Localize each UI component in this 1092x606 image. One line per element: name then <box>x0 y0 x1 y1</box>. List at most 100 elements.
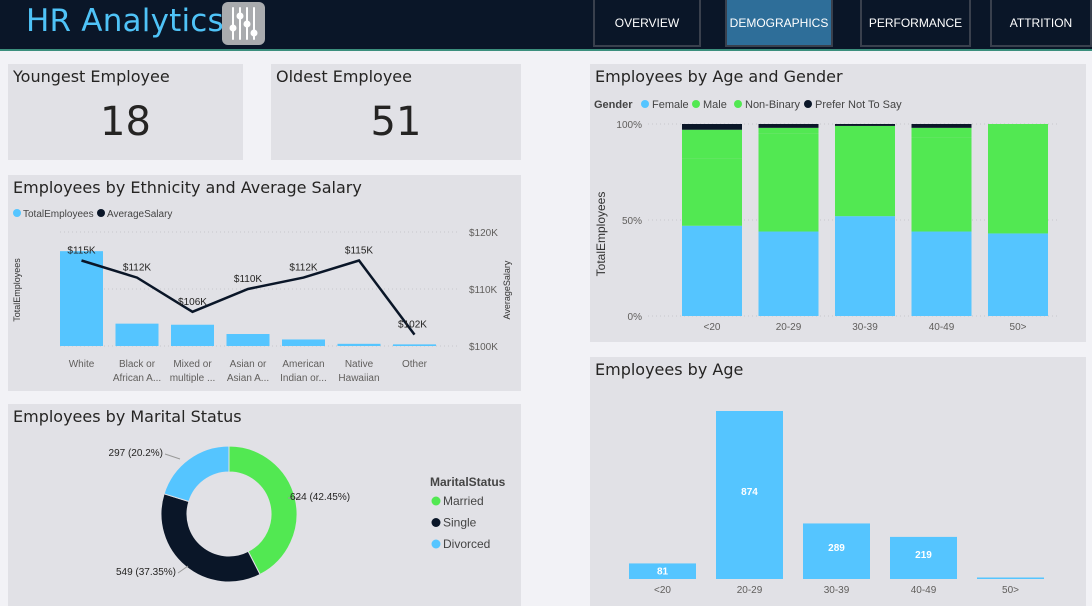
category-label: <20 <box>704 322 721 333</box>
bar-segment-non-binary[interactable] <box>758 127 819 134</box>
bar-employees-by-age[interactable] <box>977 577 1044 580</box>
y2-tick-label: $120K <box>469 228 498 239</box>
legend-label: Female <box>652 99 689 111</box>
data-label: $106K <box>178 297 207 308</box>
legend-marker <box>431 496 441 506</box>
legend-label: Divorced <box>443 537 490 551</box>
legend-label: Prefer Not To Say <box>815 99 902 111</box>
category-label: 20-29 <box>776 322 802 333</box>
category-label: 50> <box>1002 585 1019 596</box>
bar-segment-prefer-not-to-say[interactable] <box>758 124 819 128</box>
bar-segment-male[interactable] <box>682 158 742 226</box>
data-label: $102K <box>398 320 427 331</box>
marital-donut-chart: 624 (42.45%) 549 (37.35%) 297 (20.2%) Mari… <box>109 445 506 583</box>
marital-chart-card: Employees by Marital Status 624 (42.45%)… <box>8 404 521 606</box>
top-bar: HR Analytics OVERVIEW DEMOGRAPHICS PERFO… <box>0 0 1092 51</box>
bar-total-employees[interactable] <box>171 324 214 346</box>
data-label: $112K <box>289 263 318 274</box>
category-label: 40-49 <box>929 322 955 333</box>
legend-label: TotalEmployees <box>23 209 94 220</box>
bar-total-employees[interactable] <box>393 344 436 346</box>
tab-overview[interactable]: OVERVIEW <box>593 0 701 47</box>
bar-segment-prefer-not-to-say[interactable] <box>835 124 895 126</box>
age-gender-chart-card: Employees by Age and Gender Gender Femal… <box>590 64 1086 342</box>
chart-legend: TotalEmployees AverageSalary <box>13 209 172 220</box>
data-label: $110K <box>234 274 263 285</box>
legend-label: Non-Binary <box>745 99 801 111</box>
category-label: Other <box>402 359 428 370</box>
legend-title: MaritalStatus <box>430 475 506 489</box>
legend-label: Male <box>703 99 727 111</box>
category-label: 20-29 <box>737 585 763 596</box>
bar-segment-male[interactable] <box>835 125 895 217</box>
kpi-value: 51 <box>370 99 422 145</box>
bar-segment-male[interactable] <box>758 133 819 232</box>
bar-total-employees[interactable] <box>115 323 159 346</box>
kpi-card-youngest: Youngest Employee 18 <box>8 64 243 160</box>
age-chart: 81 874 289 219 <20 20-29 30-39 40-49 50> <box>629 411 1044 596</box>
category-label: 30-39 <box>824 585 850 596</box>
category-label: Black or African A... <box>113 359 161 384</box>
label-leader-line <box>164 453 181 460</box>
bar-segment-female[interactable] <box>758 231 819 316</box>
legend-label: Married <box>443 494 484 508</box>
age-gender-chart: Gender Female Male Non-Binary Prefer Not To… <box>594 99 1060 333</box>
data-label: $115K <box>67 246 96 257</box>
legend-marker <box>641 100 649 108</box>
kpi-card-oldest: Oldest Employee 51 <box>271 64 521 160</box>
bar-segment-prefer-not-to-say[interactable] <box>682 124 742 130</box>
bar-segment-female[interactable] <box>835 216 895 316</box>
app-title: HR Analytics <box>26 3 224 39</box>
bar-total-employees[interactable] <box>282 339 325 346</box>
donut-slice-divorced[interactable] <box>163 445 230 503</box>
sliders-icon <box>222 2 265 45</box>
legend-marker <box>734 100 742 108</box>
y-tick-label: 50% <box>622 216 642 227</box>
slice-label: 624 (42.45%) <box>290 492 350 503</box>
bar-segment-male[interactable] <box>911 137 972 232</box>
data-label: 874 <box>741 487 758 498</box>
kpi-title: Youngest Employee <box>13 67 170 86</box>
label-leader-line <box>177 565 189 574</box>
ethnicity-chart-card: Employees by Ethnicity and Average Salar… <box>8 175 521 391</box>
bar-total-employees[interactable] <box>337 343 381 346</box>
category-label: Asian or Asian A... <box>227 359 269 384</box>
legend-marker <box>13 209 21 217</box>
y-tick-label: 100% <box>616 120 642 131</box>
legend-marker <box>804 100 812 108</box>
bar-total-employees[interactable] <box>226 334 270 346</box>
category-label: 40-49 <box>911 585 937 596</box>
legend-label: Single <box>443 516 477 530</box>
y-tick-label: 0% <box>628 312 643 323</box>
bar-segment-non-binary[interactable] <box>682 129 742 159</box>
tab-demographics[interactable]: DEMOGRAPHICS <box>725 0 833 47</box>
legend-marker <box>692 100 700 108</box>
category-label: Native Hawaiian <box>338 359 379 384</box>
y-axis-label: TotalEmployees <box>12 258 22 322</box>
bar-segment-non-binary[interactable] <box>911 127 972 138</box>
age-chart-card: Employees by Age 81 874 289 219 <20 20-29 30-… <box>590 357 1086 606</box>
category-label: 50> <box>1010 322 1027 333</box>
legend-marker <box>431 539 441 549</box>
y2-tick-label: $100K <box>469 342 498 353</box>
y-axis-label: TotalEmployees <box>594 192 608 277</box>
kpi-value: 18 <box>100 99 151 145</box>
bar-segment-male[interactable] <box>988 124 1048 234</box>
data-label: 289 <box>828 543 845 554</box>
y2-axis-label: AverageSalary <box>502 260 512 319</box>
category-label: American Indian or... <box>280 359 327 384</box>
tab-attrition[interactable]: ATTRITION <box>990 0 1092 47</box>
kpi-title: Oldest Employee <box>276 67 412 86</box>
legend-marker <box>431 518 441 527</box>
slice-label: 549 (37.35%) <box>116 567 176 578</box>
legend-marker <box>97 209 105 217</box>
bar-segment-prefer-not-to-say[interactable] <box>911 124 972 128</box>
bar-segment-female[interactable] <box>988 233 1048 316</box>
bar-segment-female[interactable] <box>911 231 972 316</box>
data-label: $115K <box>345 246 374 257</box>
data-label: 219 <box>915 550 932 561</box>
legend-label: AverageSalary <box>107 209 172 220</box>
tab-performance[interactable]: PERFORMANCE <box>860 0 971 47</box>
bar-segment-female[interactable] <box>682 225 742 316</box>
legend-title: Gender <box>594 99 633 111</box>
